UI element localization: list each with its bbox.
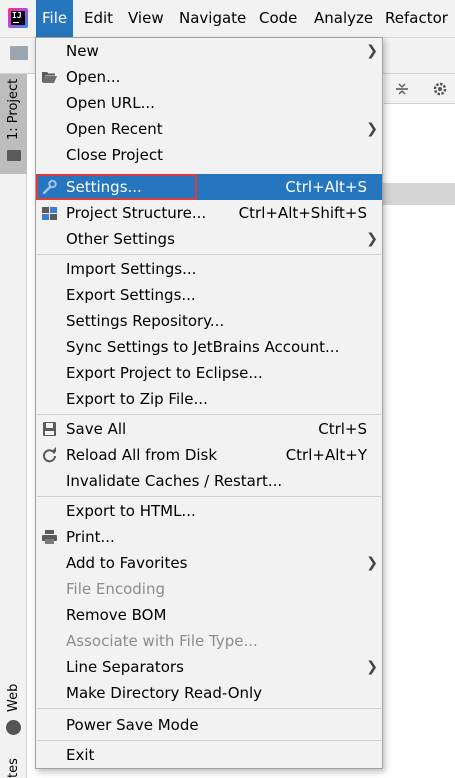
menu-separator [37, 414, 381, 415]
printer-icon [42, 530, 57, 544]
menu-item-settings-repository[interactable]: Settings Repository... [36, 308, 382, 334]
menu-item-export-eclipse[interactable]: Export Project to Eclipse... [36, 360, 382, 386]
gear-icon[interactable] [432, 81, 448, 97]
menu-separator [37, 708, 381, 709]
file-menu-dropdown: New ❯ Open... Open URL... Open Recent ❯ … [35, 37, 383, 769]
menu-item-open[interactable]: Open... [36, 64, 382, 90]
menu-item-project-structure[interactable]: Project Structure... Ctrl+Alt+Shift+S [36, 200, 382, 226]
chevron-right-icon: ❯ [366, 659, 378, 675]
folder-open-icon [42, 72, 57, 83]
menu-item-import-settings[interactable]: Import Settings... [36, 256, 382, 282]
chevron-right-icon: ❯ [366, 43, 378, 59]
save-icon [43, 422, 56, 436]
menu-separator [37, 496, 381, 497]
menu-item-reload-all[interactable]: Reload All from Disk Ctrl+Alt+Y [36, 442, 382, 468]
menu-item-close-project[interactable]: Close Project [36, 142, 382, 168]
menu-item-make-read-only[interactable]: Make Directory Read-Only [36, 680, 382, 706]
bottom-tab-label[interactable]: tes [6, 758, 21, 778]
menu-item-export-html[interactable]: Export to HTML... [36, 498, 382, 524]
menu-item-add-to-favorites[interactable]: Add to Favorites ❯ [36, 550, 382, 576]
menu-separator [37, 254, 381, 255]
menu-analyze[interactable]: Analyze [308, 0, 379, 37]
globe-icon [6, 720, 21, 735]
menu-edit[interactable]: Edit [78, 0, 119, 37]
menu-item-open-recent[interactable]: Open Recent ❯ [36, 116, 382, 142]
menu-item-other-settings[interactable]: Other Settings ❯ [36, 226, 382, 252]
menu-item-sync-settings[interactable]: Sync Settings to JetBrains Account... [36, 334, 382, 360]
project-folder-icon [7, 150, 21, 161]
menu-bar: IJ File Edit View Navigate Code Analyze … [0, 0, 455, 38]
menu-item-remove-bom[interactable]: Remove BOM [36, 602, 382, 628]
menu-item-print[interactable]: Print... [36, 524, 382, 550]
menu-navigate[interactable]: Navigate [173, 0, 252, 37]
menu-item-export-settings[interactable]: Export Settings... [36, 282, 382, 308]
menu-item-export-zip[interactable]: Export to Zip File... [36, 386, 382, 412]
menu-refactor[interactable]: Refactor [379, 0, 454, 37]
menu-code[interactable]: Code [253, 0, 303, 37]
menu-item-save-all[interactable]: Save All Ctrl+S [36, 416, 382, 442]
project-tab-label: 1: Project [6, 78, 21, 140]
collapse-all-icon[interactable] [394, 81, 410, 97]
menu-item-line-separators[interactable]: Line Separators ❯ [36, 654, 382, 680]
folder-icon [10, 46, 28, 60]
menu-item-open-url[interactable]: Open URL... [36, 90, 382, 116]
menu-separator [37, 740, 381, 741]
menu-item-invalidate-caches[interactable]: Invalidate Caches / Restart... [36, 468, 382, 494]
reload-icon [43, 447, 56, 463]
menu-item-exit[interactable]: Exit [36, 742, 382, 768]
menu-item-power-save[interactable]: Power Save Mode [36, 712, 382, 738]
menu-file[interactable]: File [36, 0, 74, 37]
web-tab-label[interactable]: Web [6, 684, 21, 712]
menu-item-associate-file-type: Associate with File Type... [66, 632, 258, 650]
menu-view[interactable]: View [122, 0, 170, 37]
chevron-right-icon: ❯ [366, 121, 378, 137]
chevron-right-icon: ❯ [366, 555, 378, 571]
intellij-logo-icon[interactable]: IJ [8, 8, 28, 28]
project-view-toolbar [384, 74, 455, 104]
menu-item-new[interactable]: New ❯ [36, 38, 382, 64]
annotation-highlight-box [36, 174, 197, 200]
menu-item-file-encoding: File Encoding [66, 580, 165, 598]
left-tool-window-strip [0, 74, 27, 778]
chevron-right-icon: ❯ [366, 231, 378, 247]
selected-tree-row [383, 183, 455, 205]
project-structure-icon [42, 207, 57, 220]
